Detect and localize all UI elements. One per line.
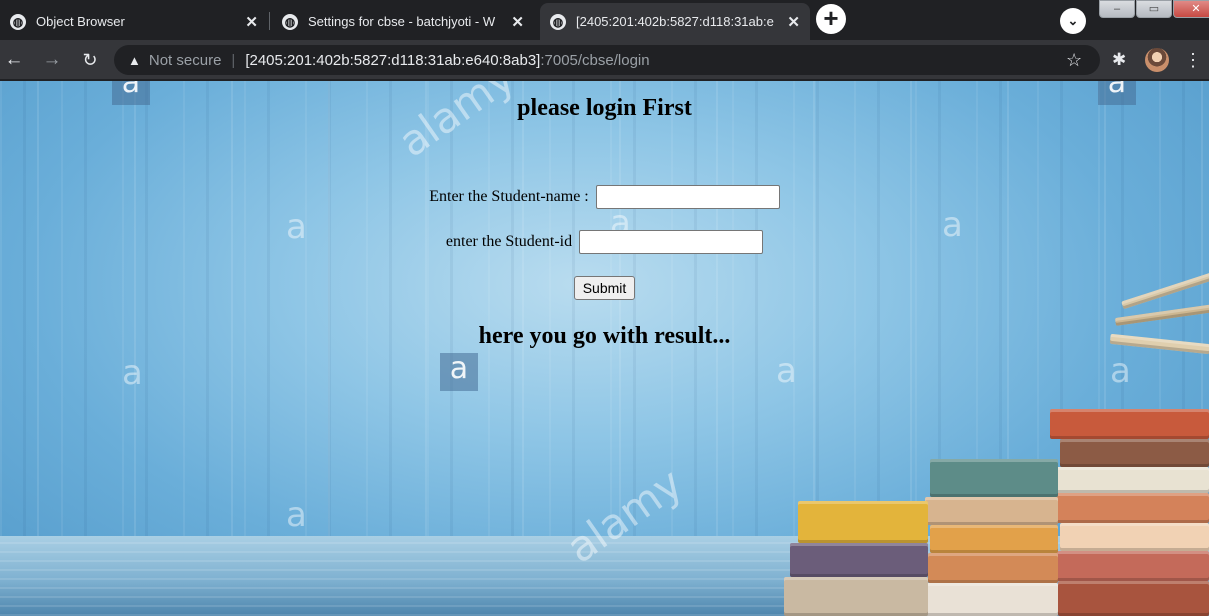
tab-search-chevron-icon[interactable]: ⌄: [1060, 8, 1086, 34]
student-id-row: enter the Student-id: [0, 230, 1209, 254]
reload-icon[interactable]: ↻: [78, 48, 102, 72]
result-heading: here you go with result...: [478, 323, 731, 349]
address-host: [2405:201:402b:5827:d118:31ab:e640:8ab3]: [245, 51, 541, 69]
submit-button[interactable]: Submit: [573, 276, 636, 300]
watermark: alamy: [389, 81, 524, 167]
close-icon[interactable]: ✕: [511, 13, 524, 31]
student-id-input[interactable]: [579, 230, 764, 254]
not-secure-label[interactable]: Not secure: [149, 52, 222, 69]
page-background: a alamy a a a a a a a a a alamy a please…: [0, 81, 1209, 616]
warning-triangle-icon[interactable]: ▲: [128, 53, 141, 68]
book: [784, 577, 928, 616]
book: [1052, 551, 1209, 581]
tab-title: Object Browser: [36, 14, 125, 29]
submit-row: Submit: [0, 276, 1209, 300]
bookmark-star-icon[interactable]: ☆: [1066, 50, 1082, 70]
extensions-puzzle-icon[interactable]: ✱: [1112, 50, 1126, 70]
globe-icon: ◍: [282, 13, 298, 30]
book: [926, 583, 1058, 616]
watermark: a: [122, 353, 143, 393]
book: [1048, 493, 1209, 523]
menu-kebab-icon[interactable]: ⋮: [1184, 49, 1202, 71]
tab-cbse-login[interactable]: ◍ [2405:201:402b:5827:d118:31ab:e ✕: [540, 3, 810, 40]
forward-arrow-icon[interactable]: →: [40, 48, 64, 72]
books-illustration: [780, 251, 1209, 616]
tab-title: Settings for cbse - batchjyoti - W: [308, 14, 496, 29]
globe-icon: ◍: [10, 13, 26, 30]
minimize-icon[interactable]: –: [1099, 0, 1135, 18]
new-tab-plus-icon[interactable]: +: [816, 4, 846, 34]
tab-settings-cbse[interactable]: ◍ Settings for cbse - batchjyoti - W ✕: [272, 3, 534, 40]
book: [925, 497, 1058, 525]
maximize-icon[interactable]: ▭: [1136, 0, 1172, 18]
book: [930, 525, 1058, 553]
student-name-input[interactable]: [595, 185, 780, 209]
tab-strip: ◍ Object Browser ✕ ◍ Settings for cbse -…: [0, 0, 1209, 40]
close-icon[interactable]: ✕: [787, 13, 800, 31]
back-arrow-icon[interactable]: ←: [2, 48, 26, 72]
book: [930, 459, 1058, 497]
tab-title: [2405:201:402b:5827:d118:31ab:e: [576, 14, 774, 29]
address-divider: |: [231, 51, 236, 69]
book: [1060, 523, 1209, 551]
student-name-label: Enter the Student-name :: [429, 188, 589, 205]
close-icon[interactable]: ✕: [245, 13, 258, 31]
book: [1060, 439, 1209, 467]
globe-icon: ◍: [550, 13, 566, 30]
book: [1058, 581, 1209, 616]
student-id-label: enter the Student-id: [445, 233, 573, 250]
book: [1055, 467, 1209, 493]
watermark: a: [440, 353, 478, 391]
window-controls: – ▭ ✕: [1098, 0, 1209, 20]
book: [1050, 409, 1209, 439]
tab-separator: [269, 12, 270, 30]
tab-object-browser[interactable]: ◍ Object Browser ✕: [0, 3, 268, 40]
browser-toolbar: ← → ↻ ▲ Not secure | [2405:201:402b:5827…: [0, 40, 1209, 80]
window-close-icon[interactable]: ✕: [1173, 0, 1209, 18]
book: [798, 501, 928, 543]
address-path: :7005/cbse/login: [540, 51, 650, 69]
book: [928, 553, 1058, 583]
book: [790, 543, 928, 577]
profile-avatar[interactable]: [1145, 48, 1169, 72]
login-heading: please login First: [517, 95, 692, 121]
student-name-row: Enter the Student-name :: [0, 185, 1209, 209]
address-bar[interactable]: ▲ Not secure | [2405:201:402b:5827:d118:…: [114, 45, 1100, 75]
watermark: a: [286, 495, 307, 535]
